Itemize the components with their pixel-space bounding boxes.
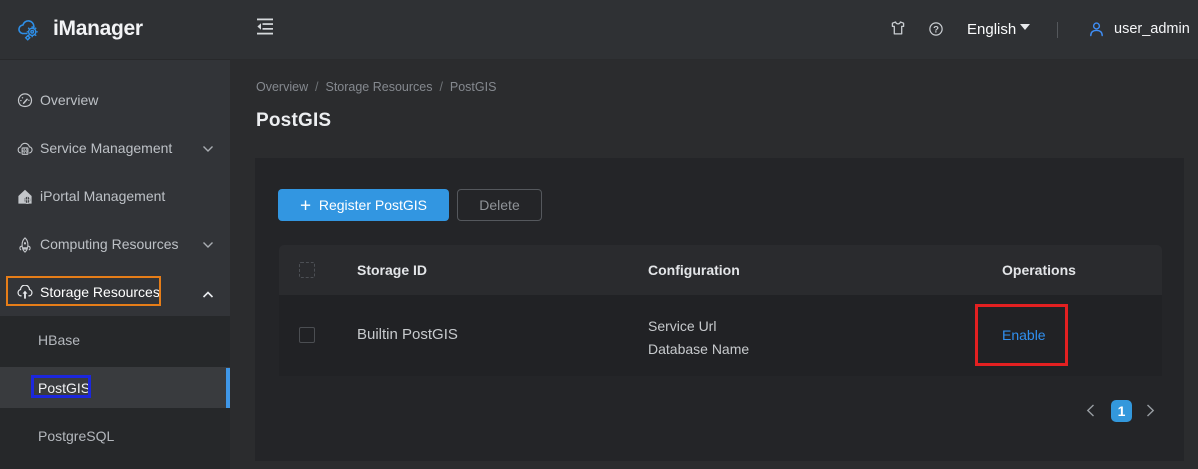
svg-text:?: ?	[933, 25, 939, 36]
